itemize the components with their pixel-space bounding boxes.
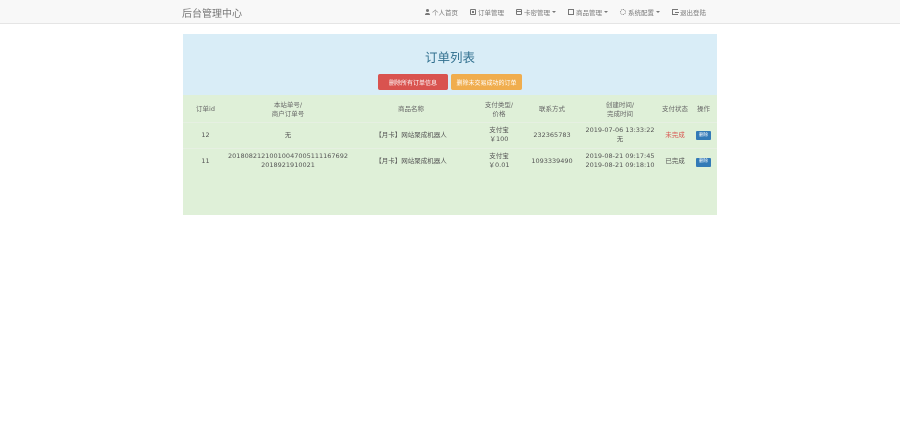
col-header-pay-type: 支付类型/ 价格 [474, 98, 524, 122]
top-navbar: 后台管理中心 个人首页 订单管理 卡密管理 商品管理 系统配置 退出登陆 [0, 0, 900, 24]
created-time-text: 2019-07-06 13:33:22 [585, 126, 655, 134]
cell-time: 2019-07-06 13:33:22 无 [580, 121, 660, 148]
col-header-name: 商品名称 [398, 105, 424, 114]
exit-icon [672, 9, 679, 15]
nav-item-settings[interactable]: 系统配置 [620, 7, 660, 17]
nav-item-label: 个人首页 [432, 9, 458, 17]
order-no-text: 20180821210010047005111167692 [228, 152, 348, 161]
pay-type-text: 支付宝 [489, 126, 509, 134]
cell-pay-type: 支付宝 ￥100 [474, 121, 524, 148]
status-badge: 已完成 [660, 147, 690, 174]
delete-unpaid-orders-button[interactable]: 删除未交易成功的订单 [451, 74, 522, 90]
table-header-row: 订单id 本站单号/ 商户订单号 商品名称 支付类型/ 价格 联系方式 创建时间… [183, 98, 717, 122]
col-header-text: 支付类型/ [484, 100, 514, 109]
nav-item-label: 商品管理 [576, 9, 602, 17]
panel-header: 订单列表 删除所有订单信息 删除未交易成功的订单 [183, 34, 717, 95]
status-badge: 未完成 [660, 121, 690, 148]
col-header-text: 完成时间 [607, 109, 633, 118]
cell-time: 2019-08-21 09:17:45 2019-08-21 09:18:10 [580, 147, 660, 174]
page-title: 订单列表 [424, 50, 475, 65]
nav-item-home[interactable]: 个人首页 [424, 7, 458, 17]
cell-op: 删除 [690, 147, 717, 174]
cell-op: 删除 [690, 121, 717, 148]
finished-time-text: 2019-08-21 09:18:10 [585, 161, 655, 170]
brand-title[interactable]: 后台管理中心 [182, 5, 242, 20]
delete-all-orders-button[interactable]: 删除所有订单信息 [378, 74, 448, 90]
cell-name: 【月卡】网站聚成机器人 [348, 147, 474, 174]
nav-item-label: 退出登陆 [680, 9, 706, 17]
pay-type-text: 支付宝 [489, 152, 509, 161]
finished-time-text: 无 [616, 135, 624, 143]
merchant-no-text: 2018921910021 [261, 161, 315, 170]
chevron-down-icon [604, 11, 608, 13]
nav-menu: 个人首页 订单管理 卡密管理 商品管理 系统配置 退出登陆 [424, 0, 706, 24]
cell-id: 11 [183, 147, 228, 174]
nav-item-logout[interactable]: 退出登陆 [672, 7, 706, 17]
col-header-op: 操作 [697, 105, 710, 114]
price-text: ￥0.01 [488, 161, 510, 170]
nav-item-label: 订单管理 [478, 9, 504, 17]
list-icon [470, 9, 476, 15]
gear-icon [620, 9, 626, 15]
delete-order-button[interactable]: 删除 [696, 131, 711, 141]
order-no-text: 无 [284, 130, 292, 139]
col-header-id: 订单id [196, 105, 215, 114]
cell-order-no: 无 [228, 121, 348, 148]
col-header-text: 本站单号/ [273, 100, 303, 109]
chevron-down-icon [552, 11, 556, 13]
nav-item-label: 卡密管理 [524, 9, 550, 17]
cell-order-no: 20180821210010047005111167692 2018921910… [228, 147, 348, 174]
delete-order-button[interactable]: 删除 [696, 157, 711, 167]
order-panel: 订单列表 删除所有订单信息 删除未交易成功的订单 订单id 本站单号/ 商户订单… [183, 34, 717, 215]
document-icon [568, 9, 574, 15]
col-header-text: 价格 [492, 109, 506, 118]
orders-table: 订单id 本站单号/ 商户订单号 商品名称 支付类型/ 价格 联系方式 创建时间… [183, 98, 717, 174]
col-header-order-no: 本站单号/ 商户订单号 [228, 98, 348, 122]
col-header-text: 商户订单号 [271, 109, 305, 118]
nav-item-products[interactable]: 商品管理 [568, 7, 608, 17]
created-time-text: 2019-08-21 09:17:45 [585, 152, 655, 161]
col-header-text: 创建时间/ [605, 100, 635, 109]
table-row: 11 20180821210010047005111167692 2018921… [183, 147, 717, 174]
col-header-phone: 联系方式 [539, 105, 565, 114]
cell-id: 12 [183, 121, 228, 148]
price-text: ￥100 [489, 135, 509, 143]
cell-phone: 232365783 [524, 121, 580, 148]
user-icon [424, 9, 430, 15]
col-header-status: 支付状态 [662, 105, 688, 114]
cell-pay-type: 支付宝 ￥0.01 [474, 147, 524, 174]
table-row: 12 无 【月卡】网站聚成机器人 支付宝 ￥100 232365783 2019… [183, 121, 717, 148]
card-icon [516, 9, 522, 15]
cell-phone: 1093339490 [524, 147, 580, 174]
cell-name: 【月卡】网站聚成机器人 [348, 121, 474, 148]
nav-item-label: 系统配置 [628, 9, 654, 17]
nav-item-orders[interactable]: 订单管理 [470, 7, 504, 17]
nav-item-cards[interactable]: 卡密管理 [516, 7, 556, 17]
col-header-time: 创建时间/ 完成时间 [580, 98, 660, 122]
chevron-down-icon [656, 11, 660, 13]
